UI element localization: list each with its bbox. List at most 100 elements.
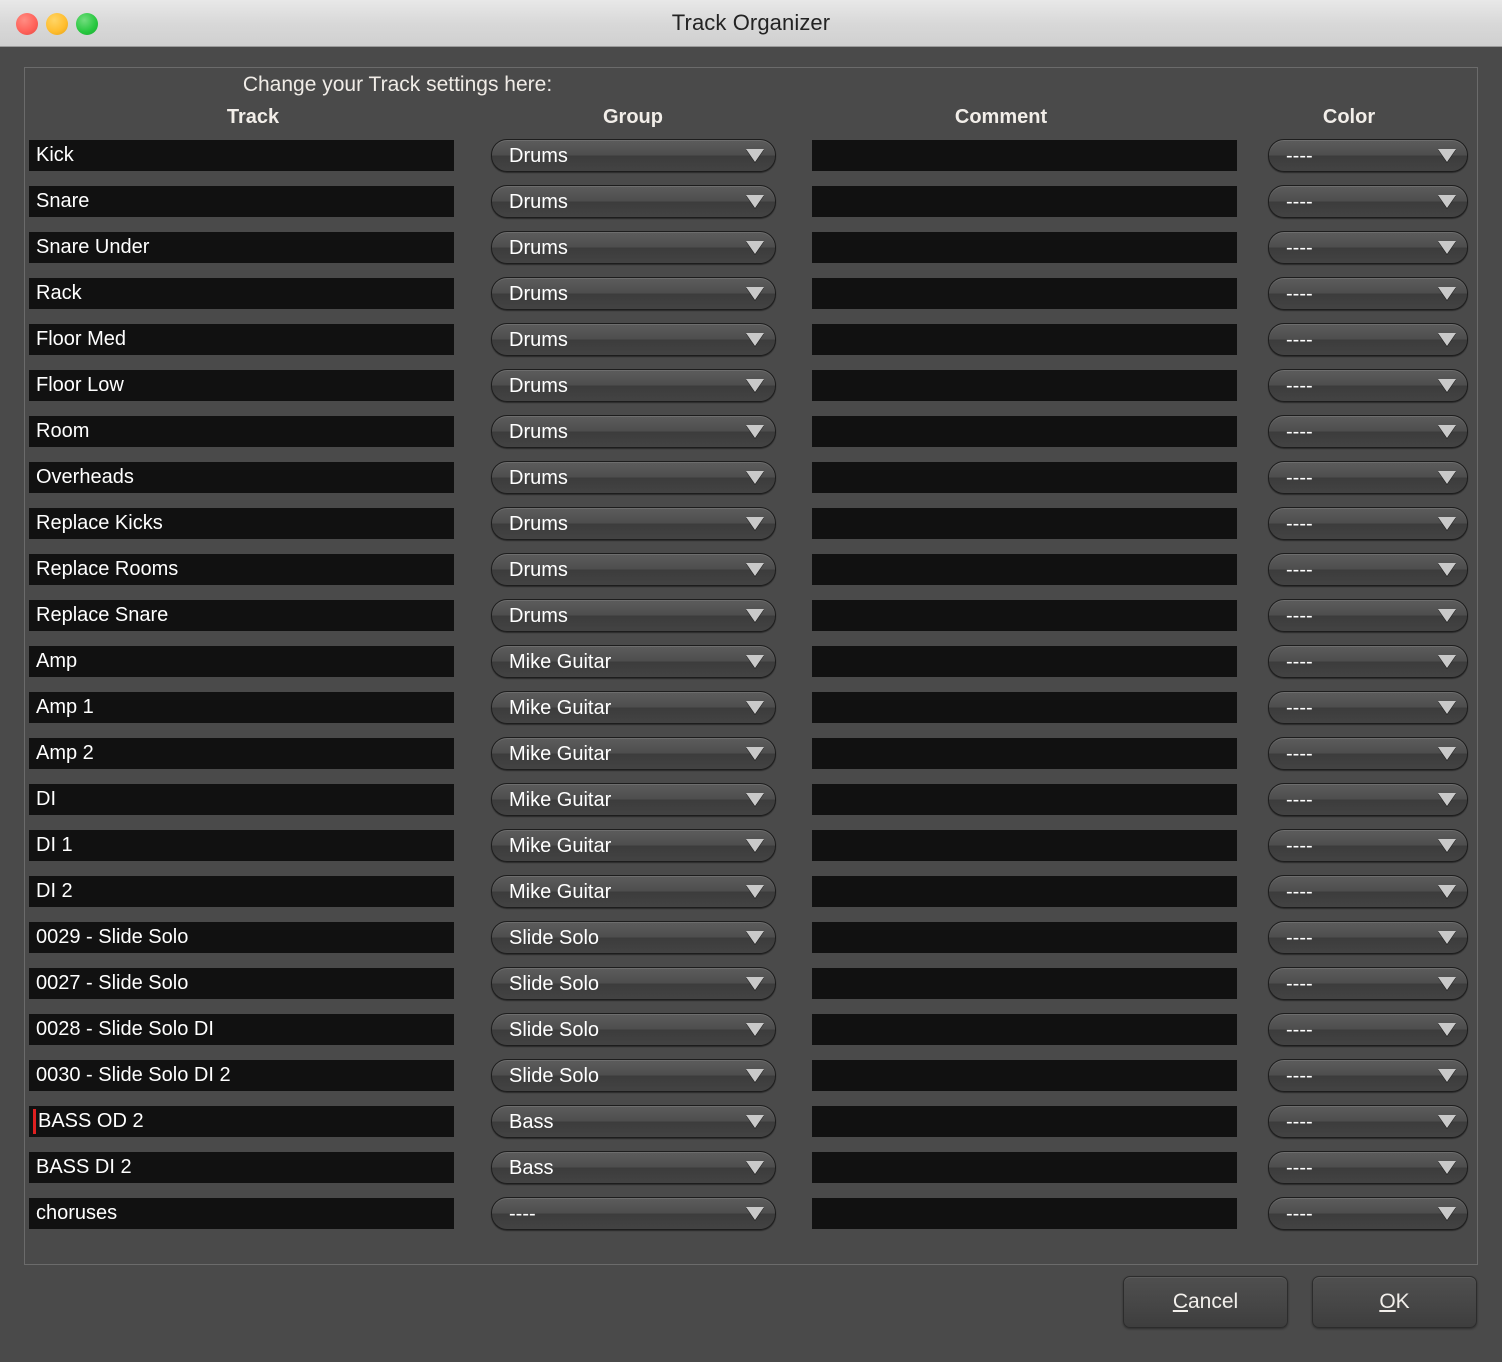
group-select[interactable]: Drums: [491, 461, 776, 494]
comment-input[interactable]: [812, 140, 1237, 171]
track-name-input[interactable]: 0030 - Slide Solo DI 2: [29, 1060, 454, 1091]
group-select[interactable]: Drums: [491, 277, 776, 310]
color-select[interactable]: ----: [1268, 1197, 1468, 1230]
track-name-input[interactable]: Replace Snare: [29, 600, 454, 631]
color-select[interactable]: ----: [1268, 1151, 1468, 1184]
track-name-input[interactable]: BASS DI 2: [29, 1152, 454, 1183]
group-select[interactable]: Slide Solo: [491, 1059, 776, 1092]
cancel-button[interactable]: Cancel: [1123, 1276, 1288, 1328]
comment-input[interactable]: [812, 600, 1237, 631]
comment-input[interactable]: [812, 232, 1237, 263]
ok-button[interactable]: OK: [1312, 1276, 1477, 1328]
color-select[interactable]: ----: [1268, 185, 1468, 218]
color-select[interactable]: ----: [1268, 369, 1468, 402]
track-name-input[interactable]: Kick: [29, 140, 454, 171]
track-name-input[interactable]: Floor Low: [29, 370, 454, 401]
comment-input[interactable]: [812, 1060, 1237, 1091]
group-select[interactable]: ----: [491, 1197, 776, 1230]
color-select[interactable]: ----: [1268, 691, 1468, 724]
track-name-input[interactable]: BASS OD 2: [29, 1106, 454, 1137]
comment-input[interactable]: [812, 646, 1237, 677]
color-select[interactable]: ----: [1268, 461, 1468, 494]
color-select[interactable]: ----: [1268, 323, 1468, 356]
color-select[interactable]: ----: [1268, 139, 1468, 172]
comment-input[interactable]: [812, 1198, 1237, 1229]
comment-input[interactable]: [812, 738, 1237, 769]
group-select[interactable]: Drums: [491, 139, 776, 172]
comment-input[interactable]: [812, 692, 1237, 723]
comment-input[interactable]: [812, 324, 1237, 355]
group-select[interactable]: Bass: [491, 1105, 776, 1138]
group-select[interactable]: Slide Solo: [491, 1013, 776, 1046]
track-name-input[interactable]: Snare: [29, 186, 454, 217]
group-select[interactable]: Drums: [491, 599, 776, 632]
comment-input[interactable]: [812, 922, 1237, 953]
group-select[interactable]: Drums: [491, 231, 776, 264]
group-select[interactable]: Mike Guitar: [491, 783, 776, 816]
comment-input[interactable]: [812, 1014, 1237, 1045]
comment-input[interactable]: [812, 1106, 1237, 1137]
track-name-input[interactable]: 0028 - Slide Solo DI: [29, 1014, 454, 1045]
comment-input[interactable]: [812, 508, 1237, 539]
comment-input[interactable]: [812, 370, 1237, 401]
color-select[interactable]: ----: [1268, 645, 1468, 678]
color-select[interactable]: ----: [1268, 783, 1468, 816]
color-select[interactable]: ----: [1268, 829, 1468, 862]
color-select[interactable]: ----: [1268, 875, 1468, 908]
comment-input[interactable]: [812, 278, 1237, 309]
track-name-input[interactable]: Amp 1: [29, 692, 454, 723]
track-name-input[interactable]: Replace Rooms: [29, 554, 454, 585]
track-name-input[interactable]: DI 1: [29, 830, 454, 861]
track-name-input[interactable]: Snare Under: [29, 232, 454, 263]
group-select[interactable]: Mike Guitar: [491, 691, 776, 724]
track-name-input[interactable]: Rack: [29, 278, 454, 309]
track-name-input[interactable]: Floor Med: [29, 324, 454, 355]
group-select[interactable]: Drums: [491, 185, 776, 218]
color-select[interactable]: ----: [1268, 231, 1468, 264]
comment-input[interactable]: [812, 784, 1237, 815]
color-select[interactable]: ----: [1268, 1105, 1468, 1138]
minimize-button[interactable]: [46, 13, 68, 35]
track-name-input[interactable]: 0029 - Slide Solo: [29, 922, 454, 953]
track-name-input[interactable]: choruses: [29, 1198, 454, 1229]
color-select[interactable]: ----: [1268, 553, 1468, 586]
color-select[interactable]: ----: [1268, 277, 1468, 310]
color-select[interactable]: ----: [1268, 415, 1468, 448]
color-select[interactable]: ----: [1268, 737, 1468, 770]
comment-input[interactable]: [812, 554, 1237, 585]
track-name-input[interactable]: Overheads: [29, 462, 454, 493]
color-select[interactable]: ----: [1268, 1059, 1468, 1092]
color-select[interactable]: ----: [1268, 1013, 1468, 1046]
zoom-button[interactable]: [76, 13, 98, 35]
track-name-input[interactable]: Room: [29, 416, 454, 447]
comment-input[interactable]: [812, 876, 1237, 907]
comment-input[interactable]: [812, 462, 1237, 493]
group-select[interactable]: Mike Guitar: [491, 645, 776, 678]
group-select[interactable]: Drums: [491, 553, 776, 586]
comment-input[interactable]: [812, 1152, 1237, 1183]
track-name-input[interactable]: Replace Kicks: [29, 508, 454, 539]
group-select[interactable]: Slide Solo: [491, 921, 776, 954]
comment-input[interactable]: [812, 830, 1237, 861]
color-select[interactable]: ----: [1268, 507, 1468, 540]
group-select[interactable]: Drums: [491, 323, 776, 356]
group-select[interactable]: Slide Solo: [491, 967, 776, 1000]
group-select[interactable]: Mike Guitar: [491, 875, 776, 908]
group-select[interactable]: Drums: [491, 507, 776, 540]
group-select[interactable]: Drums: [491, 415, 776, 448]
track-name-input[interactable]: Amp: [29, 646, 454, 677]
close-button[interactable]: [16, 13, 38, 35]
group-select[interactable]: Mike Guitar: [491, 737, 776, 770]
track-name-input[interactable]: Amp 2: [29, 738, 454, 769]
comment-input[interactable]: [812, 968, 1237, 999]
group-select[interactable]: Bass: [491, 1151, 776, 1184]
color-select[interactable]: ----: [1268, 599, 1468, 632]
track-name-input[interactable]: 0027 - Slide Solo: [29, 968, 454, 999]
comment-input[interactable]: [812, 416, 1237, 447]
color-select[interactable]: ----: [1268, 967, 1468, 1000]
group-select[interactable]: Drums: [491, 369, 776, 402]
comment-input[interactable]: [812, 186, 1237, 217]
color-select[interactable]: ----: [1268, 921, 1468, 954]
track-name-input[interactable]: DI 2: [29, 876, 454, 907]
track-name-input[interactable]: DI: [29, 784, 454, 815]
